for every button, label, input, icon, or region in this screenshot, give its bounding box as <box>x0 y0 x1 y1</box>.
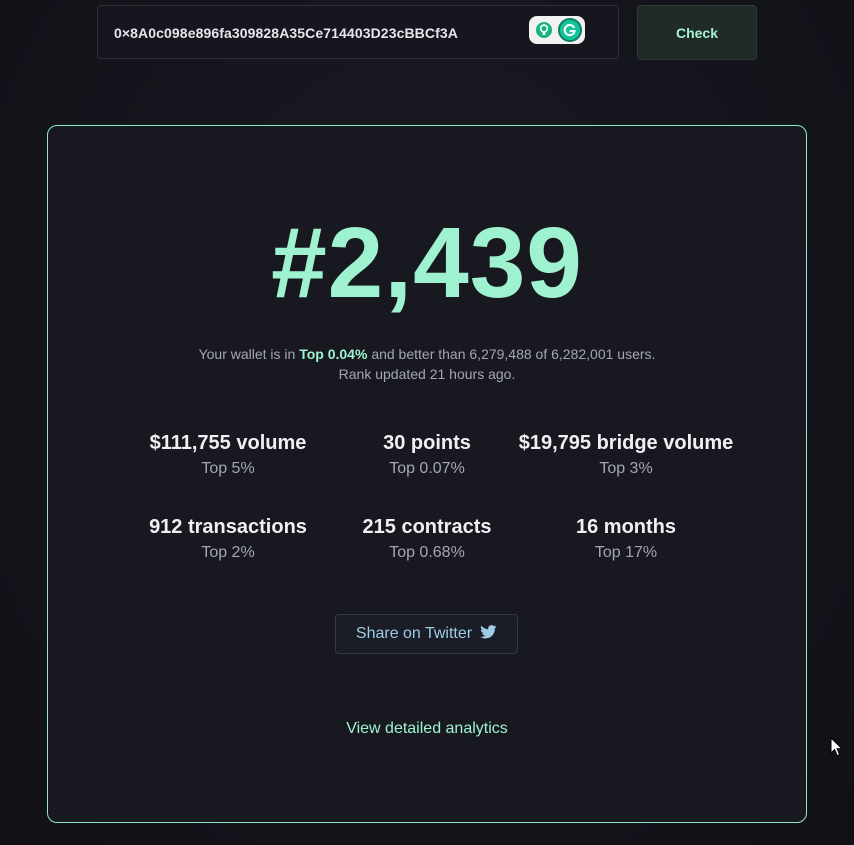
check-button[interactable]: Check <box>637 5 757 60</box>
summary-suffix: and better than 6,279,488 of 6,282,001 u… <box>371 346 656 362</box>
rank-summary: Your wallet is in Top 0.04% and better t… <box>48 344 806 384</box>
rank-card: #2,439 Your wallet is in Top 0.04% and b… <box>47 125 807 823</box>
stat-bridge-volume: $19,795 bridge volume Top 3% <box>501 431 751 479</box>
rank-updated-text: Rank updated 21 hours ago. <box>338 366 516 382</box>
grammarly-icon[interactable] <box>557 18 582 42</box>
mouse-cursor-icon <box>830 736 844 762</box>
summary-top-percent: Top 0.04% <box>299 346 368 362</box>
wallet-address-value[interactable]: 0×8A0c098e896fa309828A35Ce714403D23cBBCf… <box>114 25 458 41</box>
twitter-icon <box>480 624 497 644</box>
lightbulb-icon[interactable] <box>532 19 555 41</box>
wallet-address-input[interactable]: 0×8A0c098e896fa309828A35Ce714403D23cBBCf… <box>97 5 619 59</box>
summary-line: Your wallet is in Top 0.04% and better t… <box>48 344 806 364</box>
browser-extension-icons <box>529 16 585 44</box>
stat-value: $19,795 bridge volume <box>518 432 734 454</box>
stat-rank: Top 3% <box>599 460 653 477</box>
stat-value: 16 months <box>575 516 677 538</box>
rank-number: #2,439 <box>271 207 583 319</box>
stat-months: 16 months Top 17% <box>501 515 751 563</box>
share-button-label: Share on Twitter <box>355 625 473 642</box>
view-detailed-analytics-link[interactable]: View detailed analytics <box>48 720 806 738</box>
summary-prefix: Your wallet is in <box>198 346 296 362</box>
share-on-twitter-button[interactable]: Share on Twitter <box>335 614 518 654</box>
stat-rank: Top 17% <box>594 544 658 561</box>
